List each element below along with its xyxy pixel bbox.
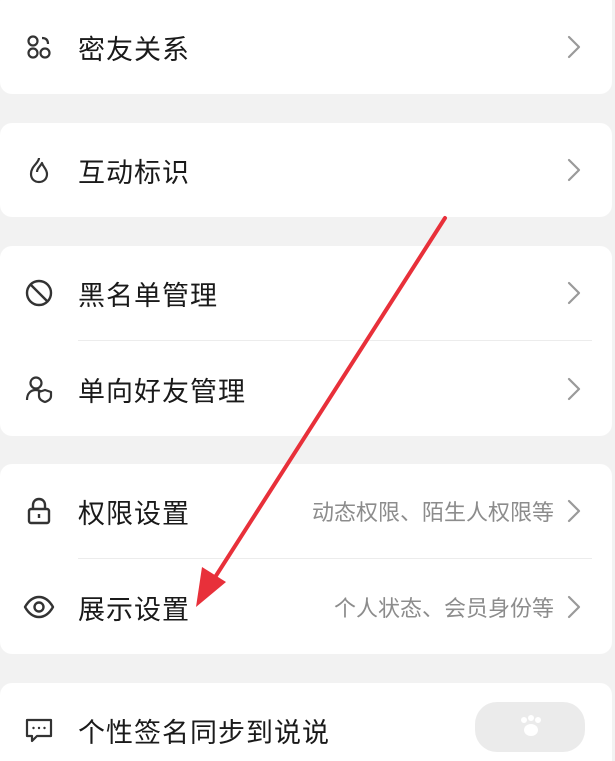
friends-link-icon <box>22 30 56 64</box>
chevron-right-icon <box>567 158 581 182</box>
divider <box>78 558 592 559</box>
user-shield-icon <box>22 372 56 406</box>
settings-group-relations: 密友关系 <box>0 0 612 94</box>
flame-icon <box>22 153 56 187</box>
settings-item-one-way-friends[interactable]: 单向好友管理 <box>0 342 612 436</box>
settings-screen: 密友关系 互动标识 黑名单管理 单向好友管理 权限设置 动态权限、陌生人权限等 … <box>0 0 615 761</box>
settings-item-label: 互动标识 <box>78 157 190 189</box>
chevron-right-icon <box>567 377 581 401</box>
divider <box>78 340 592 341</box>
settings-item-label: 个性签名同步到说说 <box>78 717 330 749</box>
settings-group-privacy: 权限设置 动态权限、陌生人权限等 展示设置 个人状态、会员身份等 <box>0 464 612 654</box>
block-icon <box>22 276 56 310</box>
settings-group-interaction: 互动标识 <box>0 123 612 217</box>
settings-item-detail: 个人状态、会员身份等 <box>333 597 554 622</box>
watermark-logo <box>475 702 585 752</box>
settings-item-label: 展示设置 <box>78 594 190 626</box>
settings-item-close-friends[interactable]: 密友关系 <box>0 0 612 94</box>
settings-item-label: 单向好友管理 <box>78 376 246 408</box>
message-icon <box>22 713 56 747</box>
settings-item-interaction-marks[interactable]: 互动标识 <box>0 123 612 217</box>
chevron-right-icon <box>567 281 581 305</box>
lock-icon <box>22 494 56 528</box>
settings-item-permissions[interactable]: 权限设置 动态权限、陌生人权限等 <box>0 464 612 558</box>
settings-item-label: 黑名单管理 <box>78 280 218 312</box>
settings-item-display[interactable]: 展示设置 个人状态、会员身份等 <box>0 560 612 654</box>
eye-icon <box>22 590 56 624</box>
chevron-right-icon <box>567 595 581 619</box>
chevron-right-icon <box>567 499 581 523</box>
settings-group-blocking: 黑名单管理 单向好友管理 <box>0 246 612 436</box>
settings-item-blacklist[interactable]: 黑名单管理 <box>0 246 612 340</box>
paw-icon <box>521 715 541 736</box>
settings-item-label: 权限设置 <box>78 498 190 530</box>
chevron-right-icon <box>567 35 581 59</box>
settings-item-detail: 动态权限、陌生人权限等 <box>311 501 554 526</box>
settings-item-label: 密友关系 <box>78 34 190 66</box>
